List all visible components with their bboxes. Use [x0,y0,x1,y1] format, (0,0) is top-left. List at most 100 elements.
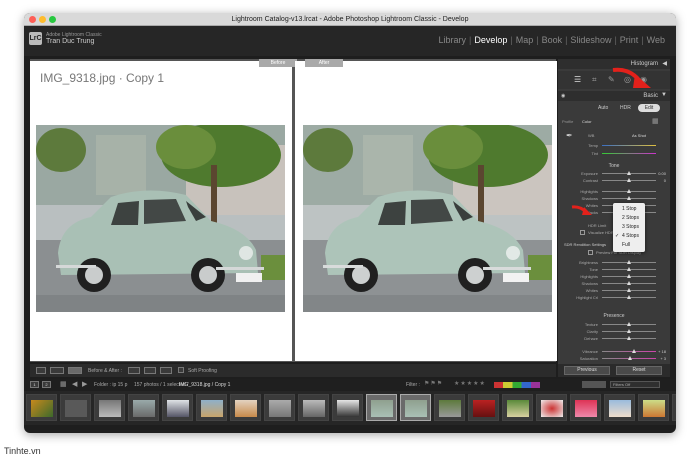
highlights-slider[interactable]: Highlights [562,189,666,195]
thumbnail[interactable] [638,394,669,421]
thumbnail[interactable] [26,394,57,421]
thumbnail[interactable] [468,394,499,421]
color-label-filter[interactable] [494,382,540,388]
thumbnail[interactable] [298,394,329,421]
soft-proofing-checkbox[interactable] [178,367,184,373]
previous-button[interactable]: Previous [564,366,610,375]
module-book[interactable]: Book [539,35,566,46]
expand-triangle-icon[interactable]: ▼ [661,92,667,98]
hdr-limit-option[interactable]: 2 Stops [616,214,644,222]
thumbnail[interactable] [94,394,125,421]
window-title: Lightroom Catalog-v13.lrcat - Adobe Phot… [231,16,469,23]
sdr-whites-slider[interactable]: Whites [562,288,666,294]
temp-slider[interactable]: Temp [562,143,666,149]
thumbnail[interactable] [570,394,601,421]
folder-path[interactable]: Folder : ip 15 p [94,382,127,388]
thumbnail[interactable] [536,394,567,421]
yy-view-button[interactable] [50,367,64,374]
before-pane[interactable]: Before IMG_9318.jpg · Copy 1 [30,59,297,361]
current-file[interactable]: IMG_9318.jpg / Copy 1 [179,382,230,388]
tint-slider[interactable]: Tint [562,151,666,157]
module-library[interactable]: Library [435,35,469,46]
wb-label: WB [588,133,595,138]
thumbnail[interactable] [332,394,363,421]
auto-button[interactable]: Auto [598,105,608,111]
clarity-slider[interactable]: Clarity [562,329,666,335]
sdr-brightness-slider[interactable]: Brightness [562,260,666,266]
hdr-limit-option[interactable]: 1 Stop [616,205,644,213]
page-1-button[interactable]: 1 [30,381,39,388]
rating-filter-stars[interactable]: ★★★★★ [454,380,486,387]
module-web[interactable]: Web [644,35,668,46]
saturation-slider[interactable]: Saturation + 3 [562,356,666,362]
module-develop[interactable]: Develop [471,35,510,46]
module-slideshow[interactable]: Slideshow [567,35,614,46]
thumbnail[interactable] [60,394,91,421]
edit-sliders-icon[interactable]: ☰ [574,75,581,84]
swap-before-after-button[interactable] [160,367,172,374]
thumbnail[interactable] [434,394,465,421]
after-pane[interactable]: After [295,59,557,361]
flag-filter-icons[interactable]: ⚑⚑⚑ [424,380,443,387]
after-photo [303,125,552,312]
hdr-button[interactable]: HDR [620,105,631,111]
thumbnail[interactable] [672,394,676,421]
hdr-limit-option[interactable]: Full [616,241,644,249]
texture-slider[interactable]: Texture [562,322,666,328]
develop-toolbar: Before & After : Soft Proofing [30,364,556,377]
reset-button[interactable]: Reset [616,366,662,375]
eye-icon[interactable]: ◉ [561,93,565,99]
crop-icon[interactable]: ⌗ [592,75,597,85]
nav-back-icon[interactable]: ◀ [72,380,77,388]
filters-off-select[interactable]: Filters Off [610,381,660,388]
thumbnail[interactable] [128,394,159,421]
hdr-limit-option-selected[interactable]: 4 Stops [616,232,644,240]
visualize-hdr-checkbox[interactable] [580,230,585,235]
sdr-tone-slider[interactable]: Tone [562,267,666,273]
collapse-triangle-icon[interactable]: ◀ [662,60,667,67]
annotation-arrow-hdr-limit [571,205,592,215]
sdr-settings-label: SDR Rendition Settings [564,242,607,247]
hdr-limit-label: HDR Limit [588,223,607,228]
thumbnail[interactable] [162,394,193,421]
copy-after-before-button[interactable] [144,367,156,374]
thumbnail[interactable] [230,394,261,421]
preview-sdr-checkbox[interactable] [588,250,593,255]
hdr-limit-option[interactable]: 3 Stops [616,223,644,231]
shadows-slider[interactable]: Shadows [562,196,666,202]
sdr-shadows-slider[interactable]: Shadows [562,281,666,287]
dehaze-slider[interactable]: Dehaze [562,336,666,342]
edit-toggle[interactable]: Edit [638,104,660,112]
soft-proofing-label: Soft Proofing [188,368,217,374]
thumbnail[interactable] [604,394,635,421]
thumbnail-selected[interactable] [400,394,431,421]
contrast-slider[interactable]: Contrast 0 [562,178,666,184]
loupe-view-button[interactable] [36,367,46,374]
nav-forward-icon[interactable]: ▶ [82,380,87,388]
filmstrip [24,391,676,425]
wb-eyedropper-icon[interactable]: ✒ [566,131,573,140]
thumbnail[interactable] [502,394,533,421]
thumbnail-selected[interactable] [366,394,397,421]
before-label: Before [259,59,297,67]
user-name: Tran Duc Trung [46,38,95,45]
grid-icon[interactable]: ▦ [60,380,67,388]
sdr-highlights-slider[interactable]: Highlights [562,274,666,280]
copy-before-after-button[interactable] [128,367,140,374]
custom-filter-toggle[interactable] [582,381,606,388]
watermark: Tinhte.vn [4,446,41,456]
vibrance-slider[interactable]: Vibrance + 18 [562,349,666,355]
page-2-button[interactable]: 2 [42,381,51,388]
thumbnail[interactable] [264,394,295,421]
profile-browser-icon[interactable]: ▦ [652,117,659,125]
module-print[interactable]: Print [617,35,642,46]
annotation-arrow-hdr-toggle [612,67,651,88]
sdr-highlight-crl-slider[interactable]: Highlight Crl [562,295,666,301]
wb-select[interactable]: As Shot [632,133,646,138]
thumbnail[interactable] [196,394,227,421]
before-after-split-button[interactable] [68,367,82,374]
photo-title: IMG_9318.jpg · Copy 1 [40,71,165,85]
exposure-slider[interactable]: Exposure 0.00 [562,171,666,177]
module-map[interactable]: Map [513,35,537,46]
profile-select[interactable]: Color [582,119,592,124]
